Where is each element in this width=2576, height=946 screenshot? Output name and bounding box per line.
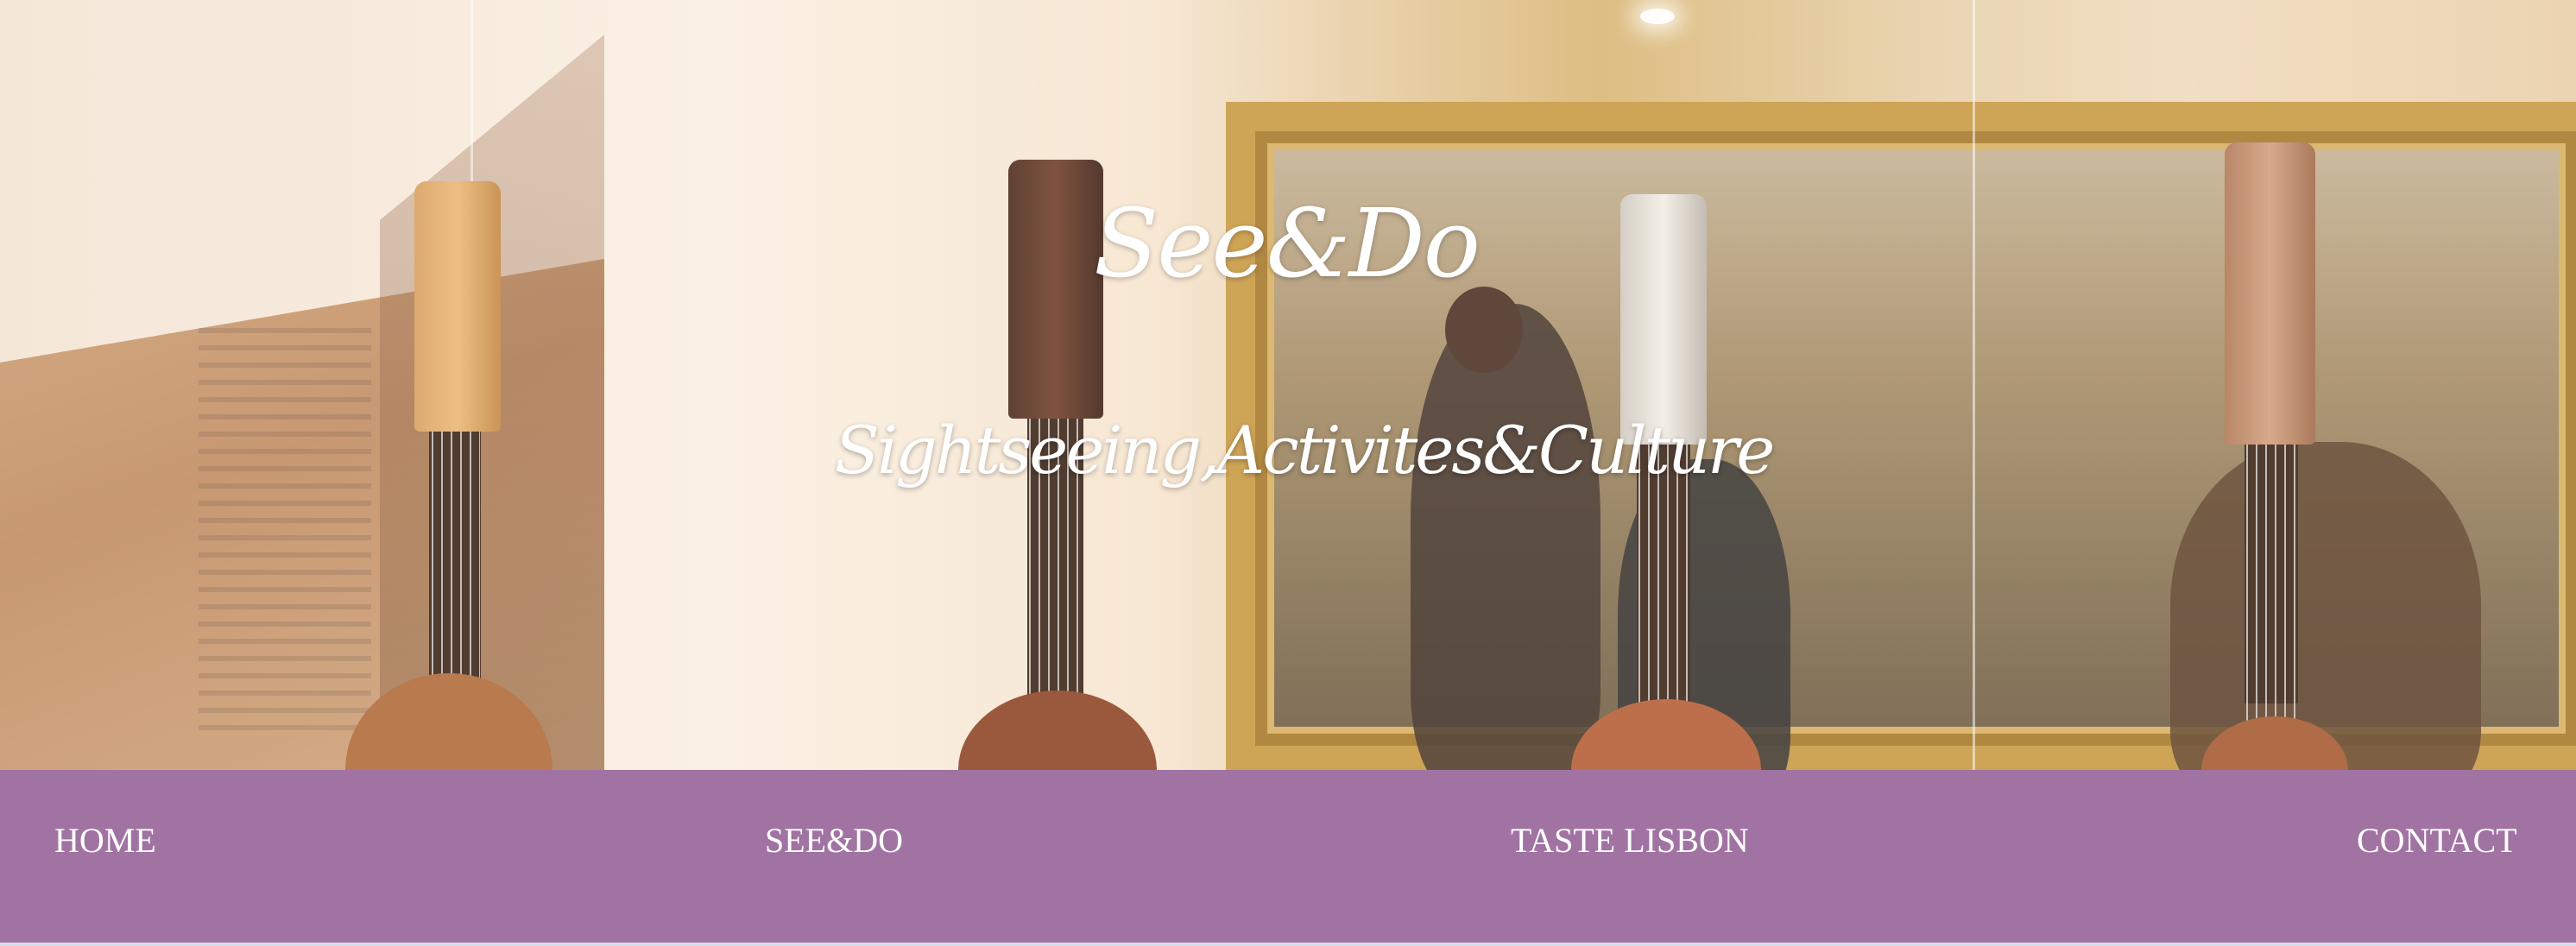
nav-see-and-do-link[interactable]: SEE&DO	[765, 820, 903, 861]
nav-home-link[interactable]: HOME	[54, 820, 156, 861]
nav-contact-link[interactable]: CONTACT	[2357, 820, 2517, 861]
page-bottom-divider	[0, 943, 2576, 946]
hero-overlay	[0, 0, 2576, 770]
nav-taste-lisbon-link[interactable]: TASTE LISBON	[1511, 820, 1749, 861]
page-subtitle: Sightseeing,Activites&Culture	[834, 412, 1775, 489]
main-navigation: HOME SEE&DO TASTE LISBON CONTACT	[0, 770, 2576, 943]
page-title: See&Do	[1094, 188, 1481, 299]
page: See&Do Sightseeing,Activites&Culture HOM…	[0, 0, 2576, 946]
hero-banner: See&Do Sightseeing,Activites&Culture	[0, 0, 2576, 770]
